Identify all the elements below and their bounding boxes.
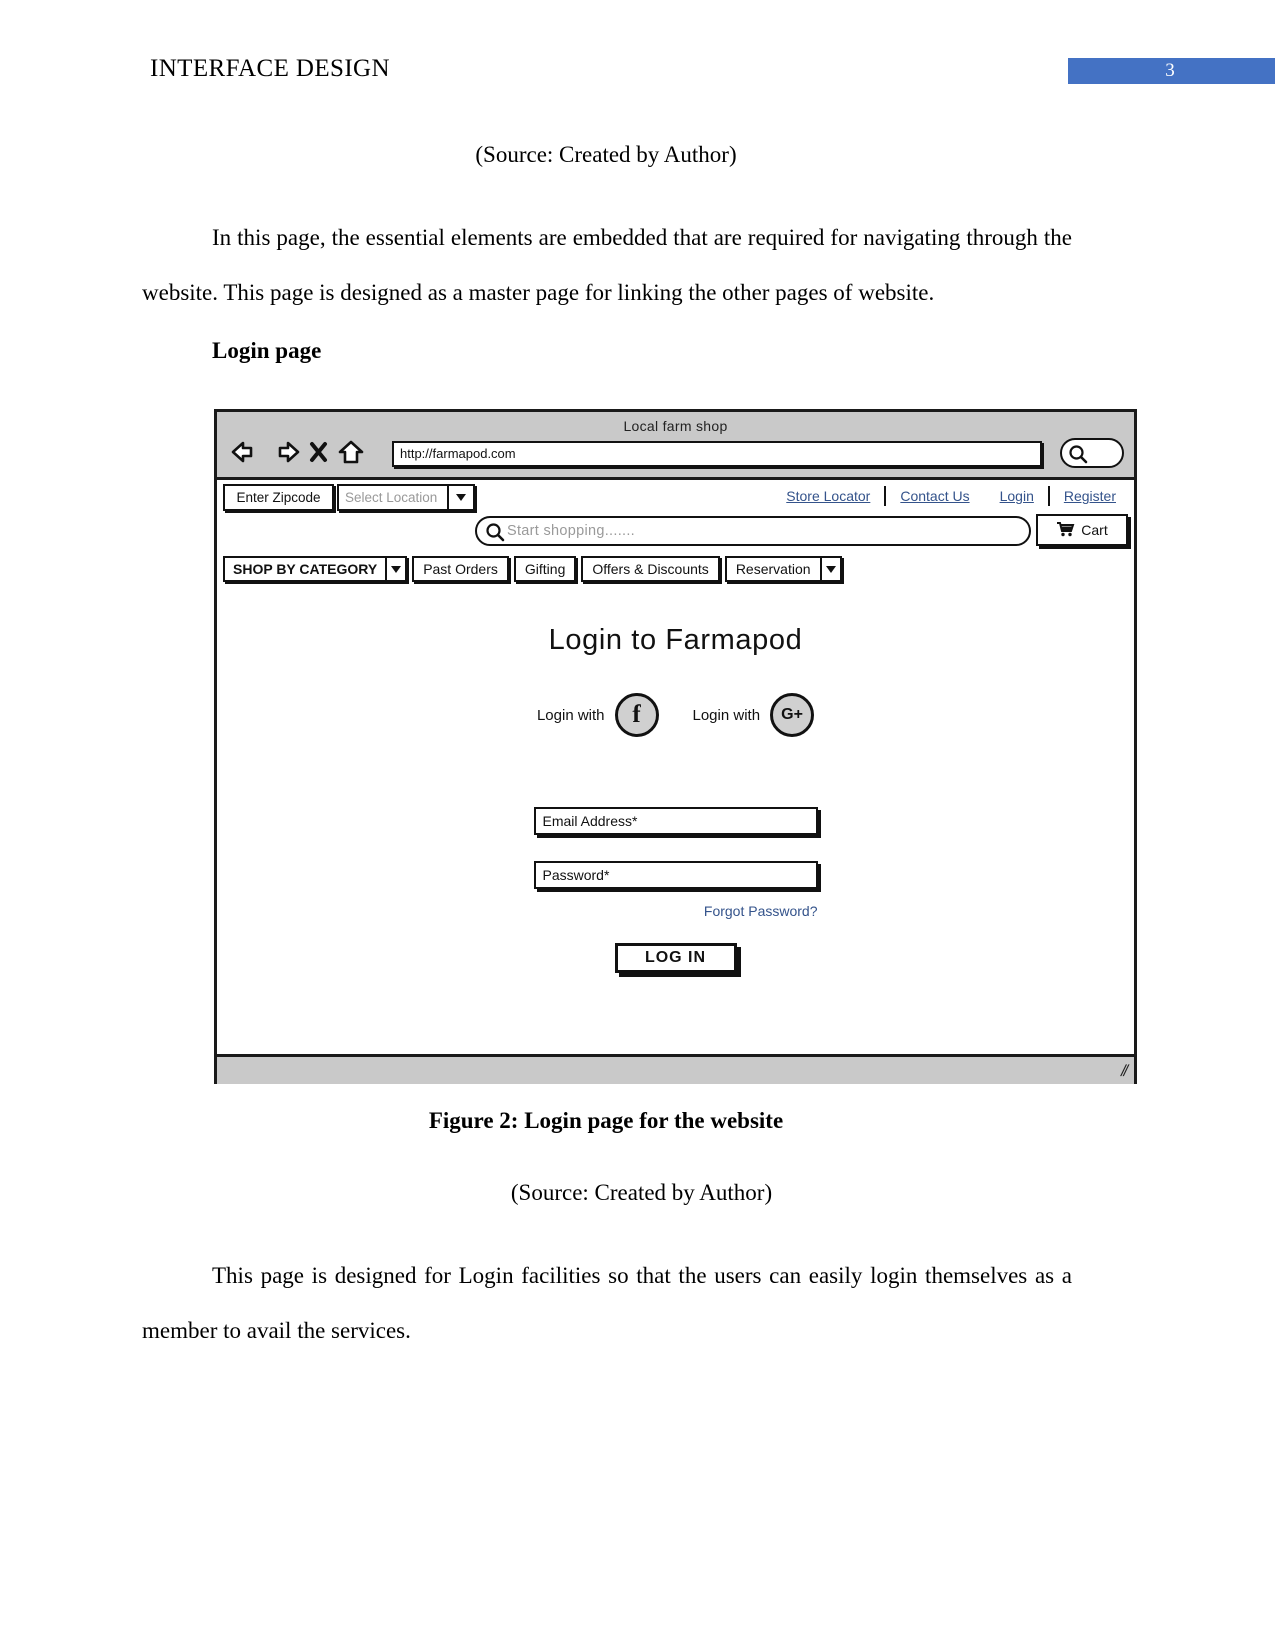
- select-location-dropdown[interactable]: Select Location: [337, 484, 475, 511]
- browser-window-title: Local farm shop: [623, 418, 728, 434]
- category-nav-row: SHOP BY CATEGORY Past Orders Gifting Off…: [217, 556, 1134, 590]
- select-location-label: Select Location: [345, 490, 438, 505]
- cart-label: Cart: [1081, 522, 1108, 538]
- shop-search-input[interactable]: Start shopping.......: [475, 516, 1031, 546]
- login-panel: Login to Farmapod Login with f Login wit…: [217, 624, 1134, 973]
- chevron-down-icon[interactable]: [387, 556, 408, 582]
- source-caption-top: (Source: Created by Author): [475, 142, 737, 167]
- site-top-links: Store Locator Contact Us Login Register: [772, 486, 1130, 506]
- shop-search-placeholder: Start shopping.......: [507, 523, 636, 539]
- login-with-google-plus[interactable]: Login with G+: [693, 693, 815, 737]
- forgot-password-row: Forgot Password?: [534, 903, 818, 921]
- forward-arrow-icon[interactable]: [270, 440, 300, 464]
- link-contact-us[interactable]: Contact Us: [886, 488, 983, 504]
- email-field[interactable]: Email Address*: [533, 807, 818, 835]
- site-utility-row: Enter Zipcode Select Location Store Loca…: [217, 480, 1134, 516]
- category-item-gifting[interactable]: Gifting: [513, 556, 577, 582]
- category-item-reservation[interactable]: Reservation: [724, 556, 822, 582]
- forgot-password-link[interactable]: Forgot Password?: [704, 903, 818, 919]
- link-login[interactable]: Login: [986, 488, 1048, 504]
- link-store-locator[interactable]: Store Locator: [772, 488, 884, 504]
- facebook-glyph: f: [632, 701, 641, 728]
- browser-status-bar: //: [217, 1054, 1134, 1084]
- chevron-down-icon[interactable]: [447, 486, 473, 509]
- browser-chrome: Local farm shop http://farmapod.com: [217, 412, 1134, 480]
- login-page-wireframe: Local farm shop http://farmapod.com Ente…: [214, 409, 1137, 1084]
- facebook-icon[interactable]: f: [614, 693, 659, 737]
- figure-caption: Figure 2: Login page for the website: [428, 1108, 784, 1133]
- cart-button[interactable]: Cart: [1036, 514, 1128, 546]
- enter-zipcode-button[interactable]: Enter Zipcode: [223, 484, 334, 511]
- browser-nav-icons: [231, 439, 365, 465]
- home-icon[interactable]: [337, 439, 365, 465]
- browser-search-box[interactable]: [1060, 438, 1124, 468]
- category-item-past-orders[interactable]: Past Orders: [412, 556, 509, 582]
- shop-by-category-button[interactable]: SHOP BY CATEGORY: [223, 556, 388, 582]
- site-search-row: Start shopping....... Cart: [217, 514, 1134, 556]
- login-submit-button[interactable]: LOG IN: [614, 943, 737, 973]
- google-login-label: Login with: [692, 706, 761, 724]
- magnifier-icon: [1068, 444, 1088, 469]
- url-text: http://farmapod.com: [400, 446, 516, 461]
- paragraph-intro: In this page, the essential elements are…: [142, 225, 1072, 305]
- magnifier-icon: [485, 522, 505, 547]
- section-heading-login-page: Login page: [212, 338, 322, 363]
- page-title: INTERFACE DESIGN: [150, 55, 390, 82]
- url-bar[interactable]: http://farmapod.com: [392, 441, 1042, 467]
- password-field[interactable]: Password*: [533, 861, 818, 889]
- document-header: INTERFACE DESIGN 3: [0, 0, 1275, 110]
- google-plus-glyph: G+: [781, 706, 803, 723]
- stop-x-icon[interactable]: [309, 440, 328, 464]
- resize-grip-icon[interactable]: //: [1119, 1063, 1128, 1081]
- facebook-login-label: Login with: [536, 706, 605, 724]
- category-item-offers-discounts[interactable]: Offers & Discounts: [581, 556, 720, 582]
- source-caption-bottom: (Source: Created by Author): [510, 1180, 773, 1205]
- page-number-label: 3: [1165, 60, 1175, 81]
- social-login-row: Login with f Login with G+: [217, 693, 1134, 737]
- back-arrow-icon[interactable]: [231, 440, 261, 464]
- shopping-cart-icon: [1056, 521, 1075, 540]
- login-with-facebook[interactable]: Login with f: [537, 693, 659, 737]
- login-heading: Login to Farmapod: [548, 624, 803, 656]
- category-nav: SHOP BY CATEGORY Past Orders Gifting Off…: [223, 556, 842, 582]
- email-field-label: Email Address*: [542, 813, 638, 829]
- link-register[interactable]: Register: [1050, 488, 1130, 504]
- chevron-down-icon[interactable]: [821, 556, 842, 582]
- password-field-label: Password*: [542, 867, 610, 883]
- site-area: Enter Zipcode Select Location Store Loca…: [217, 480, 1134, 1084]
- google-plus-icon[interactable]: G+: [770, 693, 815, 737]
- paragraph-closing: This page is designed for Login faciliti…: [142, 1263, 1072, 1343]
